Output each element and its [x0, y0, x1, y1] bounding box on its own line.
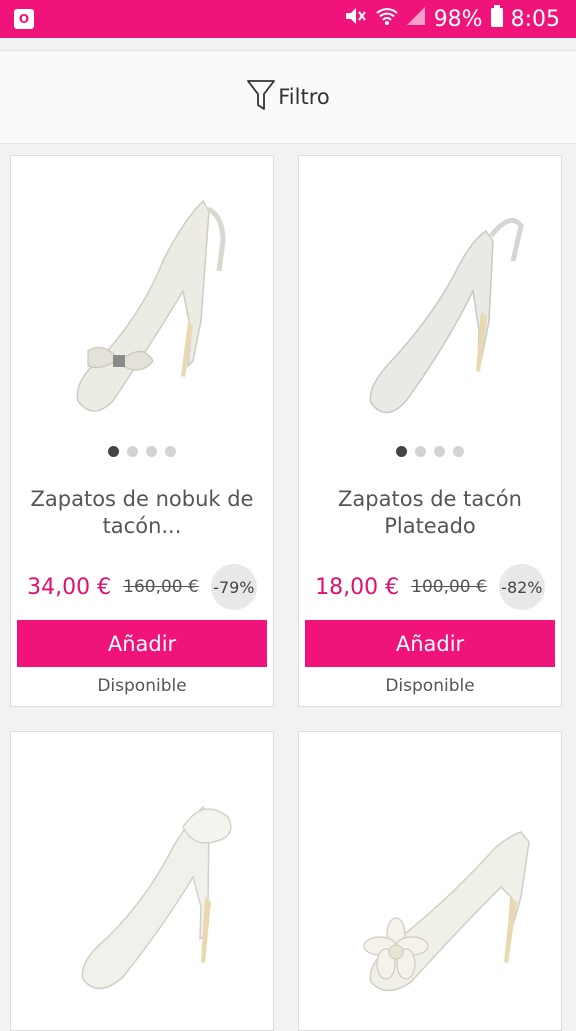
funnel-icon — [246, 78, 276, 117]
product-title[interactable]: Zapatos de nobuk de tacón... — [21, 486, 263, 540]
carousel-dot[interactable] — [434, 446, 445, 457]
discount-badge: -79% — [210, 564, 257, 610]
image-carousel-dots[interactable] — [11, 446, 273, 457]
mute-icon — [344, 5, 368, 33]
clock: 8:05 — [510, 6, 560, 32]
add-to-cart-button[interactable]: Añadir — [305, 620, 555, 667]
discount-badge: -82% — [498, 564, 545, 610]
filter-bar: Filtro — [0, 50, 576, 144]
product-price: 34,00 € — [27, 574, 112, 600]
product-card[interactable] — [10, 731, 274, 1031]
price-row: 18,00 € 100,00 € -82% — [299, 564, 561, 610]
outlook-icon: O — [14, 9, 34, 29]
carousel-dot[interactable] — [127, 446, 138, 457]
battery-icon — [490, 5, 503, 33]
satin-flower-pump-icon[interactable] — [299, 732, 561, 1012]
battery-level: 98% — [433, 6, 483, 32]
availability-status: Disponible — [97, 676, 187, 696]
satin-bow-pump-icon[interactable] — [11, 732, 273, 1012]
status-bar: O 98% 8:05 — [0, 0, 576, 38]
carousel-dot[interactable] — [415, 446, 426, 457]
filter-label: Filtro — [278, 85, 330, 109]
product-price: 18,00 € — [315, 574, 400, 600]
slingback-silver-shoe-icon[interactable] — [299, 156, 561, 436]
carousel-dot[interactable] — [453, 446, 464, 457]
product-title[interactable]: Zapatos de tacón Plateado — [309, 486, 551, 540]
slingback-bow-shoe-icon[interactable] — [11, 156, 273, 436]
carousel-dot[interactable] — [396, 446, 407, 457]
status-icons: 98% 8:05 — [344, 5, 560, 33]
carousel-dot[interactable] — [165, 446, 176, 457]
carousel-dot[interactable] — [108, 446, 119, 457]
signal-icon — [406, 6, 426, 32]
product-card[interactable] — [298, 731, 562, 1031]
wifi-icon — [376, 6, 398, 32]
product-card[interactable]: Zapatos de tacón Plateado 18,00 € 100,00… — [298, 155, 562, 707]
availability-status: Disponible — [385, 676, 475, 696]
product-old-price: 100,00 € — [411, 577, 487, 597]
product-card[interactable]: Zapatos de nobuk de tacón... 34,00 € 160… — [10, 155, 274, 707]
image-carousel-dots[interactable] — [299, 446, 561, 457]
product-old-price: 160,00 € — [123, 577, 199, 597]
filter-button[interactable]: Filtro — [246, 78, 330, 117]
carousel-dot[interactable] — [146, 446, 157, 457]
add-to-cart-button[interactable]: Añadir — [17, 620, 267, 667]
price-row: 34,00 € 160,00 € -79% — [11, 564, 273, 610]
